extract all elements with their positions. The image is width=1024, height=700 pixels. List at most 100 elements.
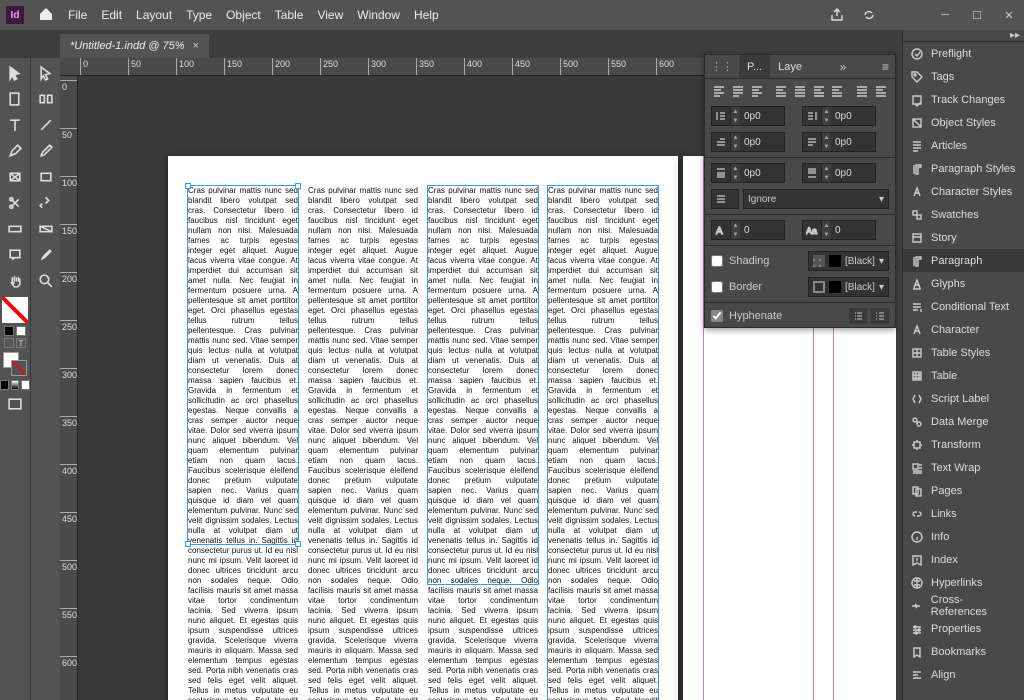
format-container-icon[interactable] — [4, 338, 14, 348]
page-1[interactable]: Cras pulvinar mattis nunc sed blandit li… — [168, 156, 678, 700]
close-icon[interactable]: × — [193, 40, 199, 52]
dock-item-script-label[interactable]: Script Label — [903, 387, 1024, 410]
dock-item-hyperlinks[interactable]: Hyperlinks — [903, 571, 1024, 594]
dock-item-paragraph-styles[interactable]: Paragraph Styles — [903, 157, 1024, 180]
dock-item-properties[interactable]: Properties — [903, 617, 1024, 640]
dock-item-swatches[interactable]: Swatches — [903, 203, 1024, 226]
dock-item-index[interactable]: Index — [903, 548, 1024, 571]
pencil-tool[interactable] — [32, 139, 60, 163]
color-proxy[interactable] — [3, 352, 27, 376]
dock-item-align[interactable]: Align — [903, 663, 1024, 686]
menu-type[interactable]: Type — [186, 8, 212, 22]
apply-gradient-icon[interactable] — [11, 380, 20, 390]
apply-color-icon[interactable] — [0, 380, 9, 390]
menu-view[interactable]: View — [317, 8, 343, 22]
zoom-tool[interactable] — [32, 269, 60, 293]
first-line-indent-field[interactable]: ▲▼ — [711, 132, 785, 152]
menu-object[interactable]: Object — [226, 8, 261, 22]
border-swatch-select[interactable]: [Black]▾ — [808, 277, 889, 297]
dock-item-paragraph[interactable]: Paragraph — [903, 249, 1024, 272]
auto-leading-select[interactable]: Ignore▾ — [743, 189, 889, 209]
align-right-button[interactable] — [748, 82, 765, 100]
align-away-button[interactable] — [872, 82, 889, 100]
fill-stroke-proxy[interactable] — [2, 297, 28, 323]
indent-right-field[interactable]: ▲▼ — [802, 106, 876, 126]
dock-item-cross-references[interactable]: Cross-References — [903, 594, 1024, 617]
menu-help[interactable]: Help — [414, 8, 439, 22]
grad-tool[interactable] — [1, 217, 29, 241]
dock-item-transform[interactable]: Transform — [903, 433, 1024, 456]
border-checkbox[interactable]: Border — [711, 281, 762, 293]
text-column-4[interactable]: Cras pulvinar mattis nunc sed blandit li… — [548, 186, 658, 700]
sync-icon[interactable] — [860, 6, 878, 24]
close-button[interactable]: ✕ — [1000, 8, 1018, 22]
panel-tab-paragraph[interactable]: P... — [739, 55, 770, 78]
minimize-button[interactable]: ─ — [936, 8, 954, 22]
dock-collapse-icon[interactable]: ▸▸ — [1010, 30, 1020, 41]
hand-tool[interactable] — [1, 269, 29, 293]
rect-tool[interactable] — [1, 165, 29, 189]
dock-item-pages[interactable]: Pages — [903, 479, 1024, 502]
align-jright-button[interactable] — [810, 82, 827, 100]
view-mode-icon[interactable] — [1, 392, 29, 416]
format-text-icon[interactable]: T — [16, 338, 26, 348]
dock-item-articles[interactable]: Articles — [903, 134, 1024, 157]
panel-expand-icon[interactable]: » — [834, 60, 853, 74]
menu-table[interactable]: Table — [275, 8, 304, 22]
dock-item-story[interactable]: Story — [903, 226, 1024, 249]
share-icon[interactable] — [828, 6, 846, 24]
list-number-icon[interactable] — [871, 308, 889, 324]
dock-item-text-wrap[interactable]: Text Wrap — [903, 456, 1024, 479]
dock-item-object-styles[interactable]: Object Styles — [903, 111, 1024, 134]
dock-item-bookmarks[interactable]: Bookmarks — [903, 640, 1024, 663]
direct-tool[interactable] — [32, 61, 60, 85]
dropcap-chars-field[interactable]: Aa▲▼ — [802, 220, 876, 240]
menu-edit[interactable]: Edit — [101, 8, 122, 22]
panel-tab-layers[interactable]: Laye — [770, 55, 810, 78]
dock-item-tags[interactable]: Tags — [903, 65, 1024, 88]
panel-menu-icon[interactable]: ≡ — [876, 60, 895, 74]
menu-file[interactable]: File — [68, 8, 87, 22]
swap-colors-icon[interactable] — [4, 326, 14, 336]
align-left-button[interactable] — [711, 82, 728, 100]
shading-swatch-select[interactable]: [Black]▾ — [808, 251, 889, 271]
dock-item-character[interactable]: Character — [903, 318, 1024, 341]
scis-tool[interactable] — [1, 191, 29, 215]
pen-tool[interactable] — [1, 139, 29, 163]
type-tool[interactable] — [1, 113, 29, 137]
align-center-button[interactable] — [730, 82, 747, 100]
dropcap-lines-field[interactable]: A▲▼ — [711, 220, 785, 240]
menu-layout[interactable]: Layout — [136, 8, 172, 22]
arrow-tool[interactable] — [1, 61, 29, 85]
last-line-indent-field[interactable]: ▲▼ — [802, 132, 876, 152]
eyedrop-tool[interactable] — [32, 243, 60, 267]
dock-item-info[interactable]: Info — [903, 525, 1024, 548]
line-tool[interactable] — [32, 113, 60, 137]
apply-none-icon[interactable] — [21, 380, 30, 390]
rectf-tool[interactable] — [32, 165, 60, 189]
align-toward-button[interactable] — [854, 82, 871, 100]
hyphenate-checkbox[interactable]: Hyphenate — [711, 310, 782, 322]
panel-grip-icon[interactable]: ⋮⋮ — [705, 60, 739, 73]
dock-item-character-styles[interactable]: Character Styles — [903, 180, 1024, 203]
align-jleft-button[interactable] — [773, 82, 790, 100]
dock-item-conditional-text[interactable]: Conditional Text — [903, 295, 1024, 318]
menu-window[interactable]: Window — [357, 8, 400, 22]
page-tool[interactable] — [1, 87, 29, 111]
default-colors-icon[interactable] — [16, 326, 26, 336]
dock-item-links[interactable]: Links — [903, 502, 1024, 525]
dock-item-table[interactable]: Table — [903, 364, 1024, 387]
dock-item-data-merge[interactable]: Data Merge — [903, 410, 1024, 433]
dock-item-glyphs[interactable]: Glyphs — [903, 272, 1024, 295]
text-column-2[interactable]: Cras pulvinar mattis nunc sed blandit li… — [308, 186, 418, 700]
text-column-1[interactable]: Cras pulvinar mattis nunc sed blandit li… — [188, 186, 298, 700]
indent-left-field[interactable]: ▲▼ — [711, 106, 785, 126]
gradf-tool[interactable] — [32, 217, 60, 241]
dock-item-track-changes[interactable]: Track Changes — [903, 88, 1024, 111]
dock-item-table-styles[interactable]: Table Styles — [903, 341, 1024, 364]
trans-tool[interactable] — [32, 191, 60, 215]
document-tab[interactable]: *Untitled-1.indd @ 75% × — [60, 34, 209, 58]
note-tool[interactable] — [1, 243, 29, 267]
align-jfull-button[interactable] — [829, 82, 846, 100]
text-column-3[interactable]: Cras pulvinar mattis nunc sed blandit li… — [428, 186, 538, 700]
